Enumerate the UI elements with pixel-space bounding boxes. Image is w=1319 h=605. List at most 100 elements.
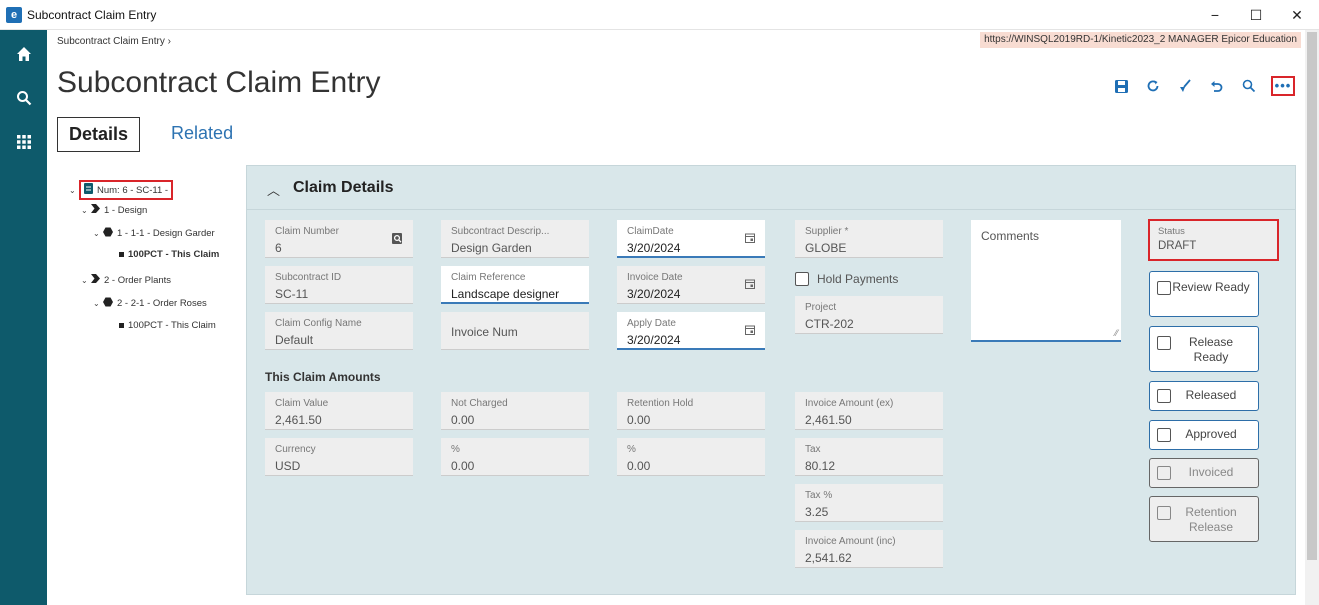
release-ready-toggle[interactable]: Release Ready bbox=[1149, 326, 1259, 372]
page-title: Subcontract Claim Entry bbox=[57, 66, 381, 99]
scrollbar-thumb[interactable] bbox=[1307, 32, 1317, 560]
field-value: 3/20/2024 bbox=[627, 287, 681, 301]
field-value: Default bbox=[275, 333, 314, 347]
tree-root-label: Num: 6 - SC-11 - bbox=[97, 184, 169, 196]
tax-field: Tax 80.12 bbox=[795, 438, 943, 476]
tree-leaf[interactable]: 100PCT - This Claim bbox=[119, 249, 219, 260]
maximize-button[interactable]: ☐ bbox=[1241, 4, 1271, 26]
toggle-label: Retention Release bbox=[1185, 505, 1237, 534]
field-value: 3.25 bbox=[805, 505, 829, 519]
checkbox-icon[interactable] bbox=[795, 272, 809, 286]
claim-date-field[interactable]: ClaimDate 3/20/2024 bbox=[617, 220, 765, 258]
undo-icon[interactable] bbox=[1201, 74, 1233, 98]
tree-leaf[interactable]: 100PCT - This Claim bbox=[119, 320, 216, 331]
panel-title: Claim Details bbox=[293, 179, 394, 196]
tree-node[interactable]: ⌄ 2 - 2-1 - Order Roses bbox=[93, 297, 207, 310]
amounts-section-title: This Claim Amounts bbox=[265, 370, 381, 384]
tree-root-node[interactable]: ⌄ Num: 6 - SC-11 - bbox=[69, 180, 174, 200]
tab-related[interactable]: Related bbox=[160, 117, 244, 152]
chevron-down-icon[interactable]: ⌄ bbox=[93, 229, 103, 238]
field-label: Subcontract Descrip... bbox=[451, 226, 550, 237]
claim-tree: ⌄ Num: 6 - SC-11 - ⌄ 1 - Design ⌄ 1 - 1-… bbox=[57, 160, 239, 605]
panel-header[interactable]: ︿ Claim Details bbox=[247, 166, 1295, 210]
supplier-field[interactable]: Supplier * GLOBE bbox=[795, 220, 943, 258]
tree-node-label: 2 - Order Plants bbox=[104, 274, 172, 286]
field-label: Claim Reference bbox=[451, 272, 526, 283]
search-icon[interactable] bbox=[0, 78, 47, 118]
project-field[interactable]: Project CTR-202 bbox=[795, 296, 943, 334]
hold-payments-checkbox[interactable]: Hold Payments bbox=[795, 272, 898, 286]
field-value: GLOBE bbox=[805, 241, 847, 255]
save-icon[interactable] bbox=[1105, 74, 1137, 98]
checkbox-icon[interactable] bbox=[1157, 428, 1171, 442]
clear-icon[interactable] bbox=[1169, 74, 1201, 98]
chevron-down-icon[interactable]: ⌄ bbox=[93, 299, 103, 308]
tab-details[interactable]: Details bbox=[57, 117, 141, 152]
field-placeholder: Comments bbox=[981, 229, 1040, 243]
chevron-down-icon[interactable]: ⌄ bbox=[81, 276, 91, 285]
retention-hold-field: Retention Hold 0.00 bbox=[617, 392, 765, 430]
claim-details-panel: ︿ Claim Details Claim Number 6 Subcontra… bbox=[246, 165, 1296, 595]
more-options-icon[interactable]: ••• bbox=[1271, 76, 1295, 96]
chevron-right-shape-icon bbox=[91, 274, 100, 286]
search-icon[interactable] bbox=[1233, 74, 1265, 98]
subcontract-description-field[interactable]: Subcontract Descrip... Design Garden bbox=[441, 220, 589, 258]
server-info-badge: https://WINSQL2019RD-1/Kinetic2023_2 MAN… bbox=[980, 32, 1301, 48]
toggle-label: Review Ready bbox=[1172, 280, 1250, 294]
checkbox-icon[interactable] bbox=[1157, 281, 1171, 295]
field-label: Claim Number bbox=[275, 226, 339, 237]
calendar-icon[interactable] bbox=[745, 233, 755, 246]
claim-number-field[interactable]: Claim Number 6 bbox=[265, 220, 413, 258]
field-value: 0.00 bbox=[627, 413, 651, 427]
tree-node[interactable]: ⌄ 1 - Design bbox=[81, 204, 147, 216]
home-icon[interactable] bbox=[0, 34, 47, 74]
calendar-icon[interactable] bbox=[745, 279, 755, 292]
tree-leaf-label: 100PCT - This Claim bbox=[128, 249, 220, 260]
calendar-icon[interactable] bbox=[745, 325, 755, 338]
review-ready-toggle[interactable]: Review Ready bbox=[1149, 271, 1259, 317]
document-icon bbox=[84, 183, 93, 197]
tab-bar: Details Related bbox=[57, 117, 244, 152]
lookup-icon[interactable] bbox=[392, 233, 403, 248]
comments-textarea[interactable]: Comments ⁄⁄ bbox=[971, 220, 1121, 342]
apply-date-field[interactable]: Apply Date 3/20/2024 bbox=[617, 312, 765, 350]
status-field: Status DRAFT bbox=[1148, 219, 1279, 261]
minimize-button[interactable]: − bbox=[1200, 4, 1230, 26]
field-value: SC-11 bbox=[275, 287, 309, 301]
app-logo-icon: e bbox=[6, 7, 22, 23]
close-button[interactable]: ✕ bbox=[1282, 4, 1312, 26]
field-value: 0.00 bbox=[627, 459, 651, 473]
tree-node[interactable]: ⌄ 2 - Order Plants bbox=[81, 274, 171, 286]
subcontract-id-field[interactable]: Subcontract ID SC-11 bbox=[265, 266, 413, 304]
app-sidebar bbox=[0, 30, 47, 605]
apps-grid-icon[interactable] bbox=[0, 122, 47, 162]
field-label: Invoice Date bbox=[627, 272, 683, 283]
invoice-date-field[interactable]: Invoice Date 3/20/2024 bbox=[617, 266, 765, 304]
chevron-down-icon[interactable]: ⌄ bbox=[81, 206, 91, 215]
tree-node[interactable]: ⌄ 1 - 1-1 - Design Garder bbox=[93, 227, 215, 240]
refresh-icon[interactable] bbox=[1137, 74, 1169, 98]
checkbox-label: Hold Payments bbox=[817, 272, 899, 286]
tax-percent-field: Tax % 3.25 bbox=[795, 484, 943, 522]
field-label: Supplier * bbox=[805, 226, 849, 237]
toggle-label: Released bbox=[1185, 388, 1237, 402]
breadcrumb[interactable]: Subcontract Claim Entry › bbox=[57, 36, 171, 47]
resize-handle-icon[interactable]: ⁄⁄ bbox=[1115, 328, 1118, 338]
chevron-down-icon[interactable]: ⌄ bbox=[69, 186, 79, 195]
field-label: Tax bbox=[805, 444, 821, 455]
vertical-scrollbar[interactable] bbox=[1305, 30, 1319, 605]
field-label: Project bbox=[805, 302, 837, 313]
field-value: Landscape designer bbox=[451, 287, 560, 301]
invoice-num-field[interactable]: Invoice Num bbox=[441, 312, 589, 350]
chevron-up-icon[interactable]: ︿ bbox=[267, 180, 280, 199]
claim-config-field[interactable]: Claim Config Name Default bbox=[265, 312, 413, 350]
approved-toggle[interactable]: Approved bbox=[1149, 420, 1259, 450]
window-title: Subcontract Claim Entry bbox=[27, 8, 157, 22]
claim-reference-field[interactable]: Claim Reference Landscape designer bbox=[441, 266, 589, 304]
checkbox-icon[interactable] bbox=[1157, 336, 1171, 350]
field-value: 2,461.50 bbox=[275, 413, 322, 427]
checkbox-icon[interactable] bbox=[1157, 389, 1171, 403]
released-toggle[interactable]: Released bbox=[1149, 381, 1259, 411]
tree-leaf-label: 100PCT - This Claim bbox=[128, 320, 216, 331]
field-value: 0.00 bbox=[451, 413, 475, 427]
